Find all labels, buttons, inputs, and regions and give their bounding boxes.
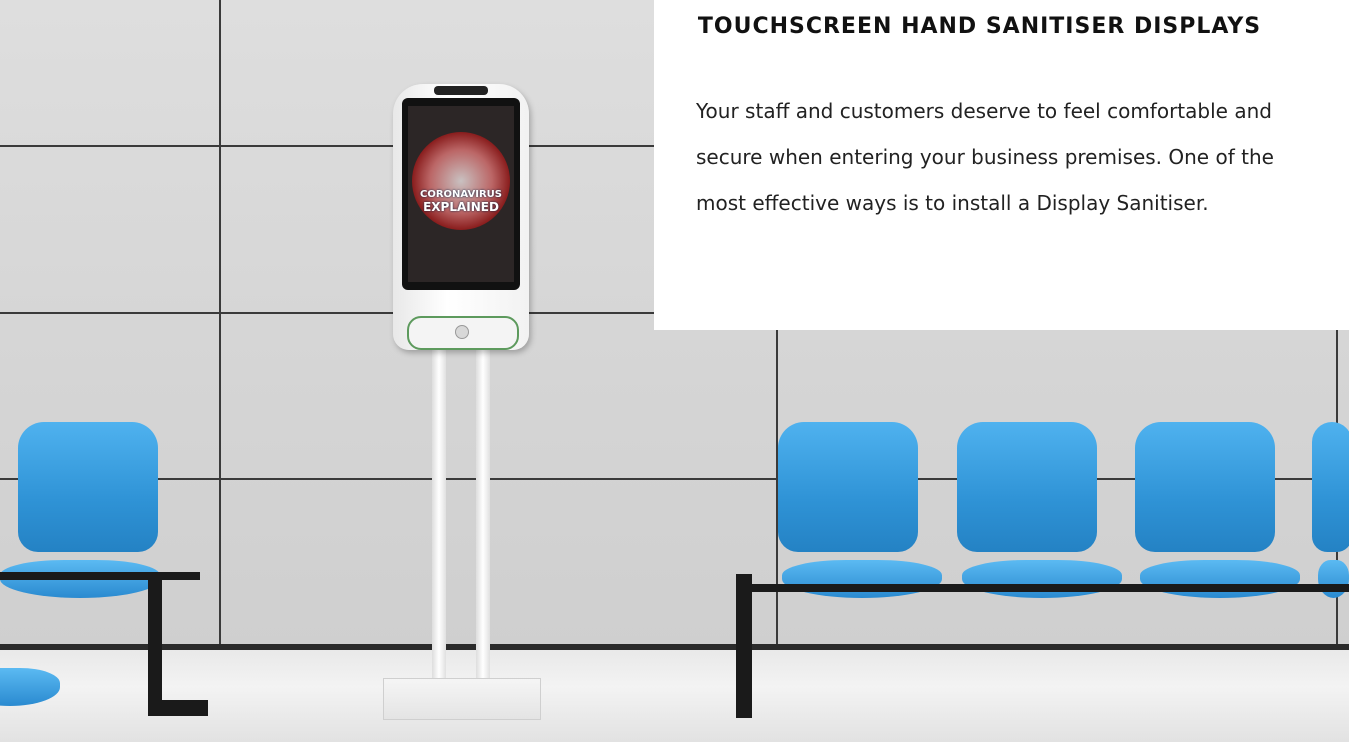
sanitiser-kiosk: CORONAVIRUS EXPLAINED [393,84,529,350]
virus-graphic [412,132,510,230]
screen-content: CORONAVIRUS EXPLAINED [408,106,514,282]
bench-frame [0,572,200,580]
camera-bar [434,86,488,95]
chair-seat [1140,560,1300,598]
chair-back [1135,422,1275,552]
floor [0,650,1349,742]
text-panel: TOUCHSCREEN HAND SANITISER DISPLAYS Your… [654,0,1349,330]
page-title: TOUCHSCREEN HAND SANITISER DISPLAYS [697,14,1262,39]
chair-seat [1318,560,1349,598]
wall-tile-joint [219,0,221,650]
bench-foot [162,700,208,716]
description-text: Your staff and customers deserve to feel… [696,99,1274,215]
dispenser-sensor [455,325,469,339]
chair-seat [962,560,1122,598]
screen-caption: CORONAVIRUS EXPLAINED [408,188,514,214]
chair-back [1312,422,1349,552]
chair-back [778,422,918,552]
kiosk-base [383,678,541,720]
chair-seat [782,560,942,598]
bench-leg [148,576,162,716]
bench-leg [736,574,752,718]
screen-caption-line2: EXPLAINED [423,200,499,214]
kiosk-pole [476,350,490,680]
kiosk-pole [432,350,446,680]
kiosk-screen: CORONAVIRUS EXPLAINED [402,98,520,290]
chair-back [18,422,158,552]
chair-back [957,422,1097,552]
sanitiser-dispenser [407,316,519,350]
bench-frame [736,584,1349,592]
